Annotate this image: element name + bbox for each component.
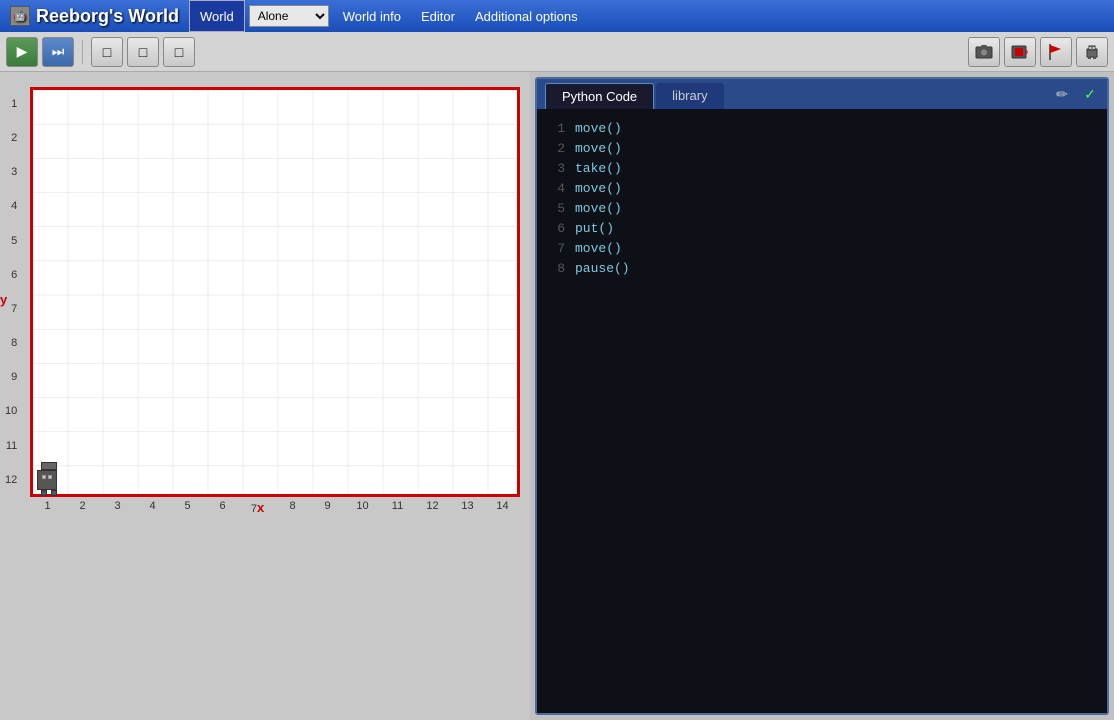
code-line-7: 7 move(): [537, 239, 1107, 259]
editor-tabs: Python Code library: [537, 79, 1045, 109]
menu-world-info[interactable]: World info: [333, 0, 411, 32]
robot-leg-left: [41, 490, 47, 496]
editor-panel: Python Code library ✏ ✓ 1 move() 2 move() 3t…: [535, 77, 1109, 715]
y-label-9: 9: [5, 360, 17, 394]
check-icon[interactable]: ✓: [1079, 83, 1101, 105]
robot-eye-left: [42, 475, 46, 479]
y-label-1: 1: [5, 87, 17, 121]
x-label-3: 3: [100, 500, 135, 515]
code-text: move(): [575, 119, 622, 139]
y-label-7: 7: [5, 292, 17, 326]
line-number: 1: [541, 119, 565, 139]
logo-icon: 🤖: [10, 6, 30, 26]
code-text: move(): [575, 179, 622, 199]
x-axis: 1234567x891011121314: [30, 500, 520, 515]
y-axis: 121110987654321: [5, 87, 17, 497]
toolbar-btn-2[interactable]: □: [127, 37, 159, 67]
code-line-8: 8 pause(): [537, 259, 1107, 279]
main-area: y 121110987654321 1234567x891011121314: [0, 72, 1114, 720]
robot: [37, 462, 61, 490]
x-label-5: 5: [170, 500, 205, 515]
toolbar-separator-1: [82, 40, 83, 64]
code-text: take(): [575, 159, 622, 179]
code-text: move(): [575, 239, 622, 259]
y-label-2: 2: [5, 121, 17, 155]
toolbar: ▶ ⏭ □ □ □: [0, 32, 1114, 72]
y-label-3: 3: [5, 155, 17, 189]
code-text: put(): [575, 219, 614, 239]
tab-library[interactable]: library: [656, 83, 723, 109]
y-label-12: 12: [5, 463, 17, 497]
camera-icon: [975, 43, 993, 61]
pencil-icon[interactable]: ✏: [1051, 83, 1073, 105]
x-label-2: 2: [65, 500, 100, 515]
y-label-6: 6: [5, 258, 17, 292]
world-panel: y 121110987654321 1234567x891011121314: [0, 72, 530, 720]
line-number: 3: [541, 159, 565, 179]
menu-editor[interactable]: Editor: [411, 0, 465, 32]
x-label-8: 8: [275, 500, 310, 515]
flag-icon: [1047, 43, 1065, 61]
x-label-6: 6: [205, 500, 240, 515]
code-text: move(): [575, 139, 622, 159]
line-number: 2: [541, 139, 565, 159]
x-axis-letter: x: [257, 500, 264, 515]
code-line-3: 3 take(): [537, 159, 1107, 179]
x-label-12: 12: [415, 500, 450, 515]
robot-leg-right: [51, 490, 57, 496]
robot-legs: [37, 490, 61, 496]
menubar: 🤖 Reeborg's World World Alone World info…: [0, 0, 1114, 32]
world-select[interactable]: Alone: [249, 5, 329, 27]
x-label-11: 11: [380, 500, 415, 515]
toolbar-btn-1[interactable]: □: [91, 37, 123, 67]
code-text: move(): [575, 199, 622, 219]
robot-body: [37, 470, 57, 490]
line-number: 5: [541, 199, 565, 219]
code-line-5: 5 move(): [537, 199, 1107, 219]
step-button[interactable]: ⏭: [42, 37, 74, 67]
robot-head: [41, 462, 57, 470]
code-line-4: 4 move(): [537, 179, 1107, 199]
x-label-4: 4: [135, 500, 170, 515]
x-label-7: 7x: [240, 500, 275, 515]
menu-world[interactable]: World: [189, 0, 245, 32]
menu-additional-options[interactable]: Additional options: [465, 0, 588, 32]
x-label-10: 10: [345, 500, 380, 515]
play-button[interactable]: ▶: [6, 37, 38, 67]
code-line-6: 6 put(): [537, 219, 1107, 239]
code-line-1: 1 move(): [537, 119, 1107, 139]
grid-svg: [33, 90, 517, 494]
x-label-9: 9: [310, 500, 345, 515]
line-number: 4: [541, 179, 565, 199]
y-label-8: 8: [5, 326, 17, 360]
x-label-14: 14: [485, 500, 520, 515]
y-label-11: 11: [5, 429, 17, 463]
grid-container[interactable]: [30, 87, 520, 497]
toolbar-icon-camera[interactable]: [968, 37, 1000, 67]
robot-eye-right: [48, 475, 52, 479]
y-label-4: 4: [5, 189, 17, 223]
x-label-1: 1: [30, 500, 65, 515]
app-title: Reeborg's World: [36, 6, 179, 27]
y-label-10: 10: [5, 394, 17, 428]
world-dropdown[interactable]: Alone: [249, 5, 329, 27]
toolbar-btn-3[interactable]: □: [163, 37, 195, 67]
x-label-13: 13: [450, 500, 485, 515]
line-number: 7: [541, 239, 565, 259]
tab-python-code[interactable]: Python Code: [545, 83, 654, 109]
robot-icon: [1083, 43, 1101, 61]
app-logo: 🤖 Reeborg's World: [0, 6, 189, 27]
line-number: 8: [541, 259, 565, 279]
toolbar-icon-record[interactable]: [1004, 37, 1036, 67]
code-editor[interactable]: 1 move() 2 move() 3 take() 4 move() 5 move() 6 put(…: [537, 109, 1107, 713]
record-icon: [1011, 43, 1029, 61]
toolbar-icon-flag[interactable]: [1040, 37, 1072, 67]
code-text: pause(): [575, 259, 630, 279]
line-number: 6: [541, 219, 565, 239]
toolbar-icon-robot[interactable]: [1076, 37, 1108, 67]
code-line-2: 2 move(): [537, 139, 1107, 159]
y-label-5: 5: [5, 224, 17, 258]
